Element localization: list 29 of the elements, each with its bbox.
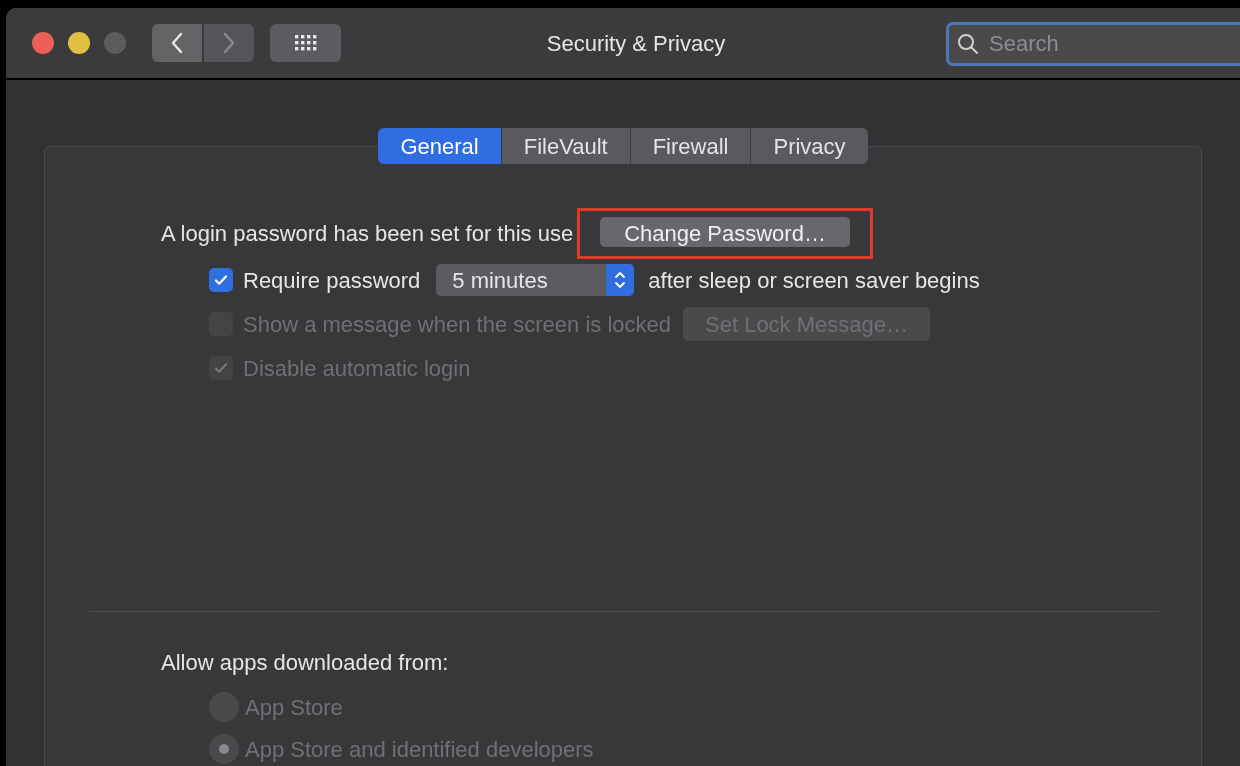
close-button[interactable]: [32, 32, 54, 54]
option-label: Require password: [243, 266, 421, 295]
search-field[interactable]: Search: [946, 22, 1240, 66]
downloads-label: Allow apps downloaded from:: [161, 649, 450, 677]
window-title: Security & Privacy: [545, 29, 727, 58]
checkbox[interactable]: [209, 268, 233, 292]
option-suffix: after sleep or screen saver begins: [648, 266, 980, 295]
chevron-right-icon: [222, 32, 236, 54]
search-icon: [957, 33, 979, 55]
grid-icon: [294, 35, 317, 51]
chevron-left-icon: [170, 32, 184, 54]
tab[interactable]: Firewall: [629, 128, 751, 164]
checkmark-icon: [213, 360, 229, 376]
tab[interactable]: FileVault: [500, 128, 630, 164]
interval-select[interactable]: 5 minutes: [436, 264, 635, 296]
minimize-button[interactable]: [68, 32, 90, 54]
checkmark-icon: [213, 272, 229, 288]
radio-label: App Store and identified developers: [245, 735, 594, 764]
option-label: Disable automatic login: [243, 354, 471, 383]
show-all-button[interactable]: [270, 24, 341, 62]
tab[interactable]: Privacy: [750, 128, 868, 164]
tab[interactable]: General: [378, 128, 501, 164]
forward-button[interactable]: [204, 24, 254, 62]
option-label: Show a message when the screen is locked: [243, 310, 671, 339]
change-password-button[interactable]: Change Password…: [600, 216, 850, 247]
radio-label: App Store: [245, 693, 343, 722]
stepper-icon: [614, 270, 627, 290]
back-button[interactable]: [152, 24, 202, 62]
password-status-text: A login password has been set for this use: [161, 219, 574, 248]
